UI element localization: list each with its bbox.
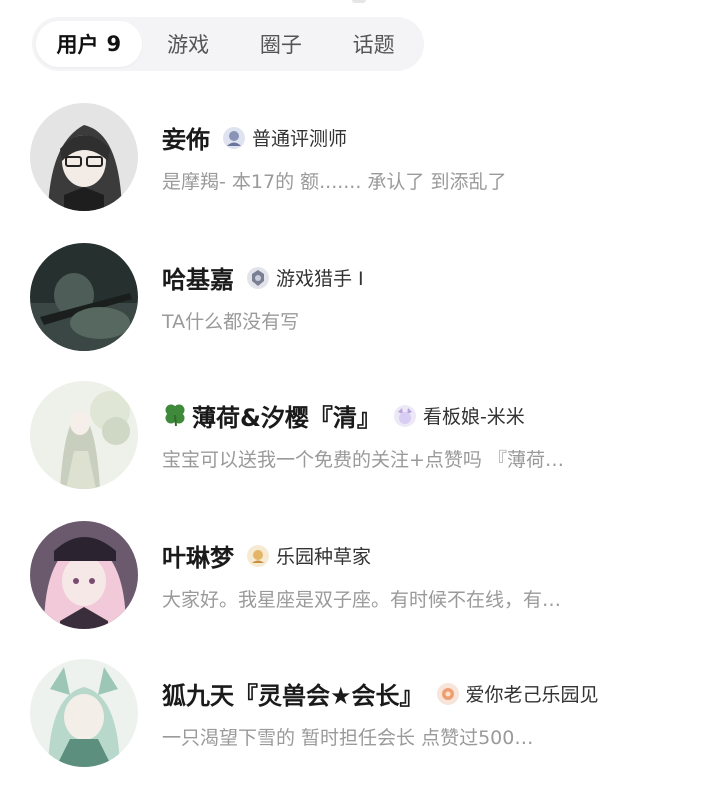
tab-topics-label: 话题	[352, 33, 395, 57]
tab-games[interactable]: 游戏	[142, 21, 235, 67]
user-badge: 爱你老己乐园见	[465, 684, 599, 706]
user-list-item[interactable]: 狐九天『灵兽会★会长』 爱你老己乐园见 一只渴望下雪的 暂时担任会长 点赞过50…	[0, 646, 717, 776]
user-name: 狐九天『灵兽会★会长』	[162, 682, 424, 710]
avatar[interactable]	[30, 381, 138, 489]
mascot-badge-icon	[393, 404, 417, 428]
tab-circles[interactable]: 圈子	[234, 21, 327, 67]
avatar[interactable]	[30, 521, 138, 629]
tab-users-count: 9	[106, 32, 122, 56]
user-name: 薄荷&汐樱『清』	[192, 404, 381, 432]
tab-circles-label: 圈子	[259, 33, 302, 57]
hunter-badge-icon	[246, 266, 270, 290]
reviewer-badge-icon	[222, 126, 246, 150]
avatar[interactable]	[30, 659, 138, 767]
tab-topics[interactable]: 话题	[327, 21, 420, 67]
user-bio: TA什么都没有写	[162, 311, 300, 333]
user-list-item[interactable]: 薄荷&汐樱『清』 看板娘-米米 宝宝可以送我一个免费的关注+点赞吗 『薄荷…	[0, 368, 717, 498]
user-bio: 是摩羯- 本17的 额....... 承认了 到添乱了	[162, 171, 507, 193]
user-name: 哈基嘉	[162, 266, 234, 294]
user-name: 妾佈	[162, 126, 210, 154]
user-list-item[interactable]: 哈基嘉 游戏猎手 I TA什么都没有写	[0, 230, 717, 360]
user-badge: 普通评测师	[252, 128, 348, 150]
user-bio: 宝宝可以送我一个免费的关注+点赞吗 『薄荷…	[162, 449, 564, 471]
paradise-badge-icon	[436, 682, 460, 706]
user-list-item[interactable]: 叶琳梦 乐园种草家 大家好。我星座是双子座。有时候不在线，有…	[0, 508, 717, 638]
user-badge: 游戏猎手 I	[276, 268, 364, 290]
tab-games-label: 游戏	[167, 33, 210, 57]
tab-users[interactable]: 用户 9	[36, 21, 142, 67]
user-list-item[interactable]: 妾佈 普通评测师 是摩羯- 本17的 额....... 承认了 到添乱了	[0, 90, 717, 220]
clover-icon	[162, 401, 188, 431]
tab-users-label: 用户	[56, 33, 99, 57]
avatar[interactable]	[30, 243, 138, 351]
user-bio: 大家好。我星座是双子座。有时候不在线，有…	[162, 589, 562, 611]
user-name: 叶琳梦	[162, 544, 234, 572]
user-badge: 看板娘-米米	[422, 406, 525, 428]
avatar[interactable]	[30, 103, 138, 211]
top-edge-handle	[352, 0, 366, 3]
search-category-tabs: 用户 9 游戏 圈子 话题	[32, 17, 424, 71]
user-badge: 乐园种草家	[276, 546, 372, 568]
user-bio: 一只渴望下雪的 暂时担任会长 点赞过500…	[162, 727, 534, 749]
gardener-badge-icon	[246, 544, 270, 568]
